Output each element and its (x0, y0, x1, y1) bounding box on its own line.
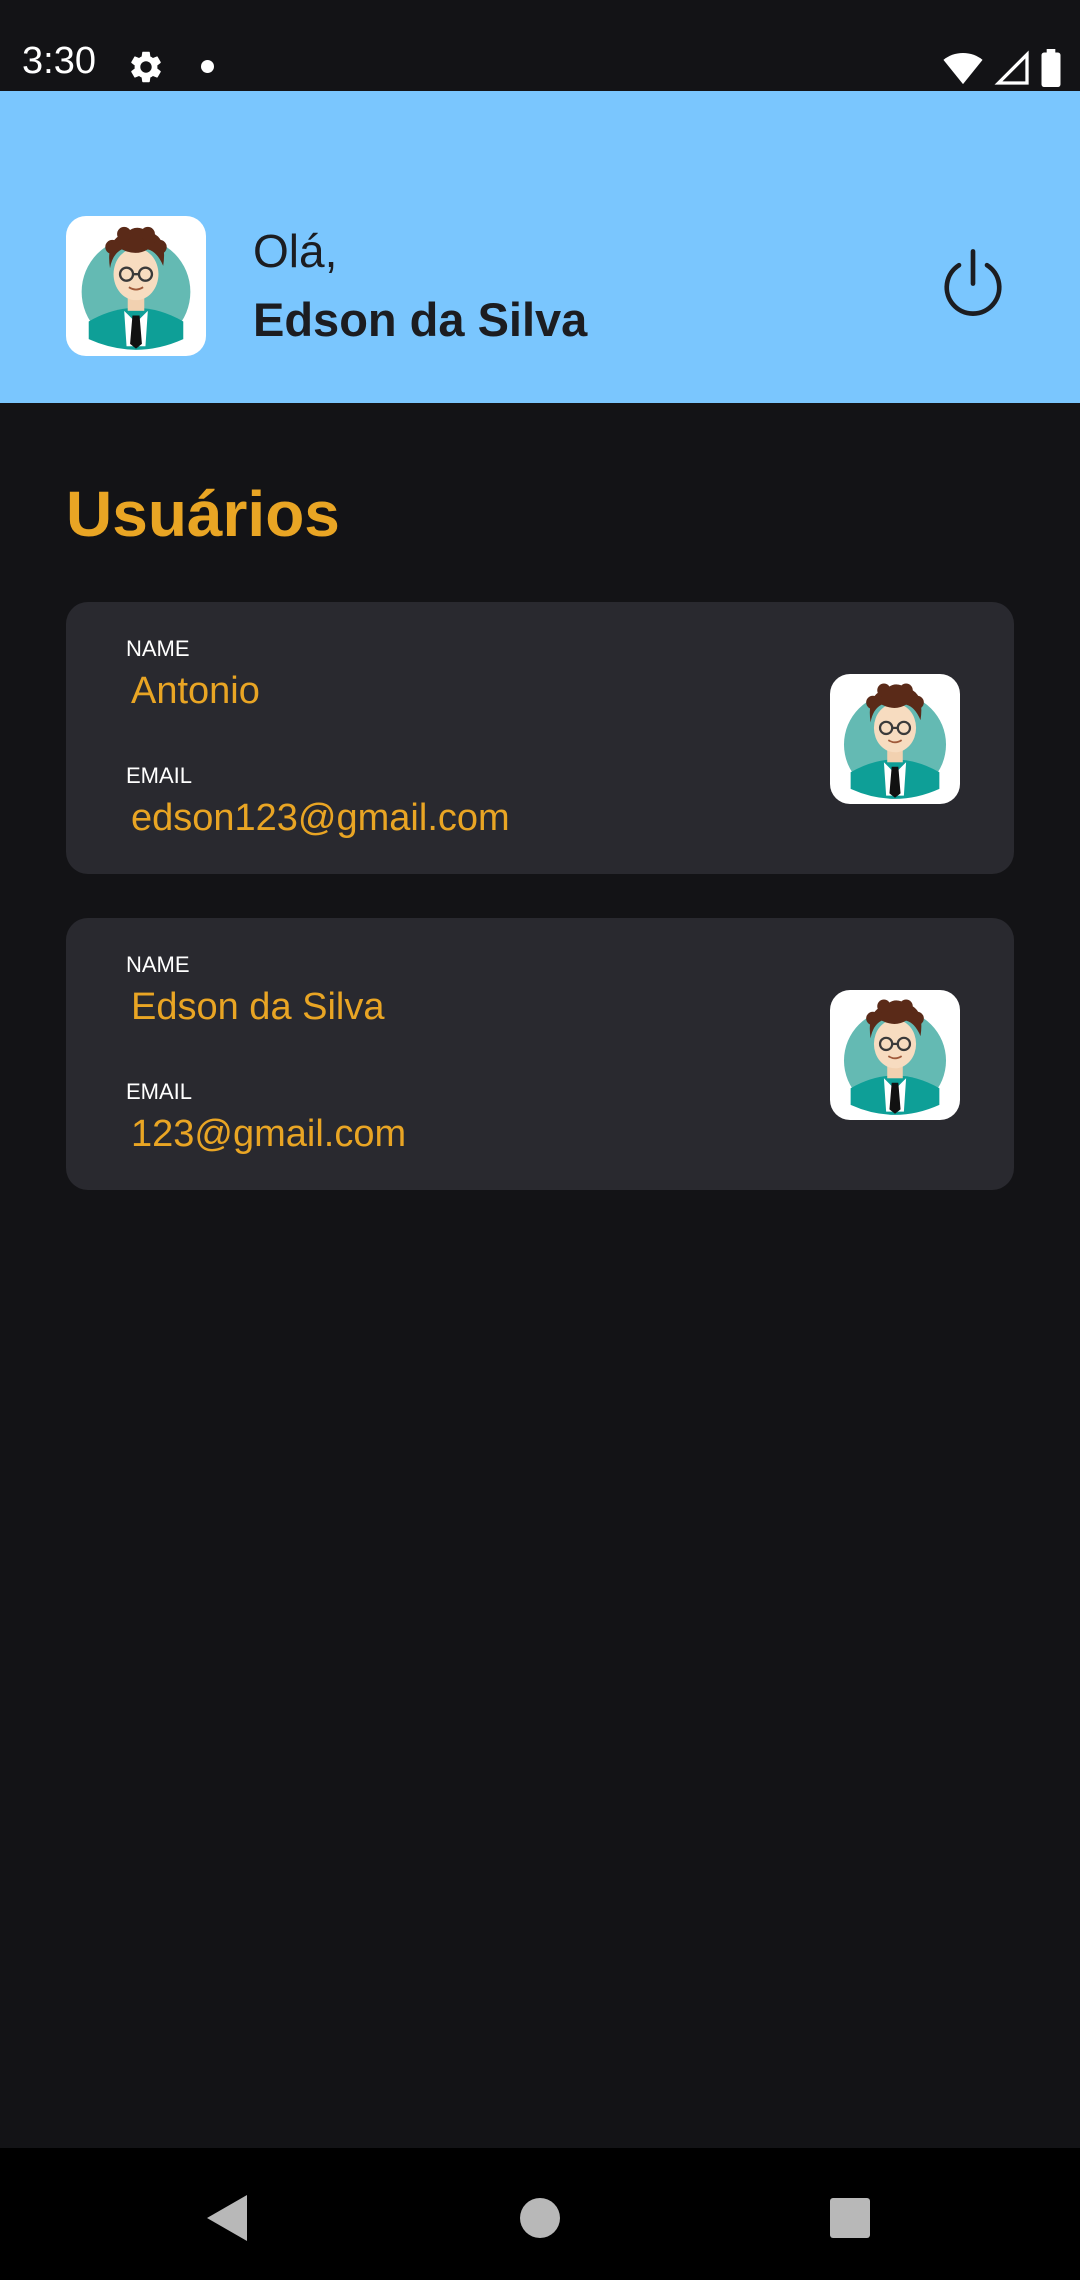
home-button[interactable] (510, 2188, 570, 2248)
status-time: 3:30 (22, 40, 96, 82)
section-title: Usuários (66, 478, 340, 550)
dot-icon (201, 60, 214, 73)
user-email: 123@gmail.com (131, 1113, 407, 1155)
user-avatar-icon (830, 674, 960, 804)
user-card[interactable]: NAME Edson da Silva EMAIL 123@gmail.com (66, 918, 1014, 1190)
signal-icon (994, 50, 1029, 85)
user-email: edson123@gmail.com (131, 797, 510, 839)
header: Olá, Edson da Silva (0, 91, 1080, 403)
home-circle-icon (520, 2198, 560, 2238)
status-icons (942, 48, 1062, 88)
user-name: Edson da Silva (131, 986, 385, 1028)
name-label: NAME (126, 636, 190, 661)
name-label: NAME (126, 952, 190, 977)
greeting-text: Olá, (253, 225, 338, 277)
system-nav-bar (0, 2148, 1080, 2280)
email-label: EMAIL (126, 763, 193, 788)
header-username: Edson da Silva (253, 293, 588, 346)
back-triangle-icon (207, 2195, 247, 2241)
logout-button[interactable] (938, 247, 1008, 323)
email-label: EMAIL (126, 1079, 193, 1104)
user-avatar-icon (830, 990, 960, 1120)
battery-icon (1041, 49, 1061, 87)
power-icon (944, 249, 1002, 316)
user-card[interactable]: NAME Antonio EMAIL edson123@gmail.com (66, 602, 1014, 874)
status-bar: 3:30 (0, 0, 1080, 91)
wifi-icon (943, 53, 983, 85)
user-avatar-icon (66, 216, 206, 356)
back-button[interactable] (197, 2188, 257, 2248)
recents-button[interactable] (820, 2188, 880, 2248)
recents-square-icon (830, 2198, 870, 2238)
app-screen: 3:30 Olá, Edson da Silva Usuários NAME A… (0, 0, 1080, 2280)
gear-icon (131, 51, 161, 83)
user-name: Antonio (131, 670, 260, 712)
